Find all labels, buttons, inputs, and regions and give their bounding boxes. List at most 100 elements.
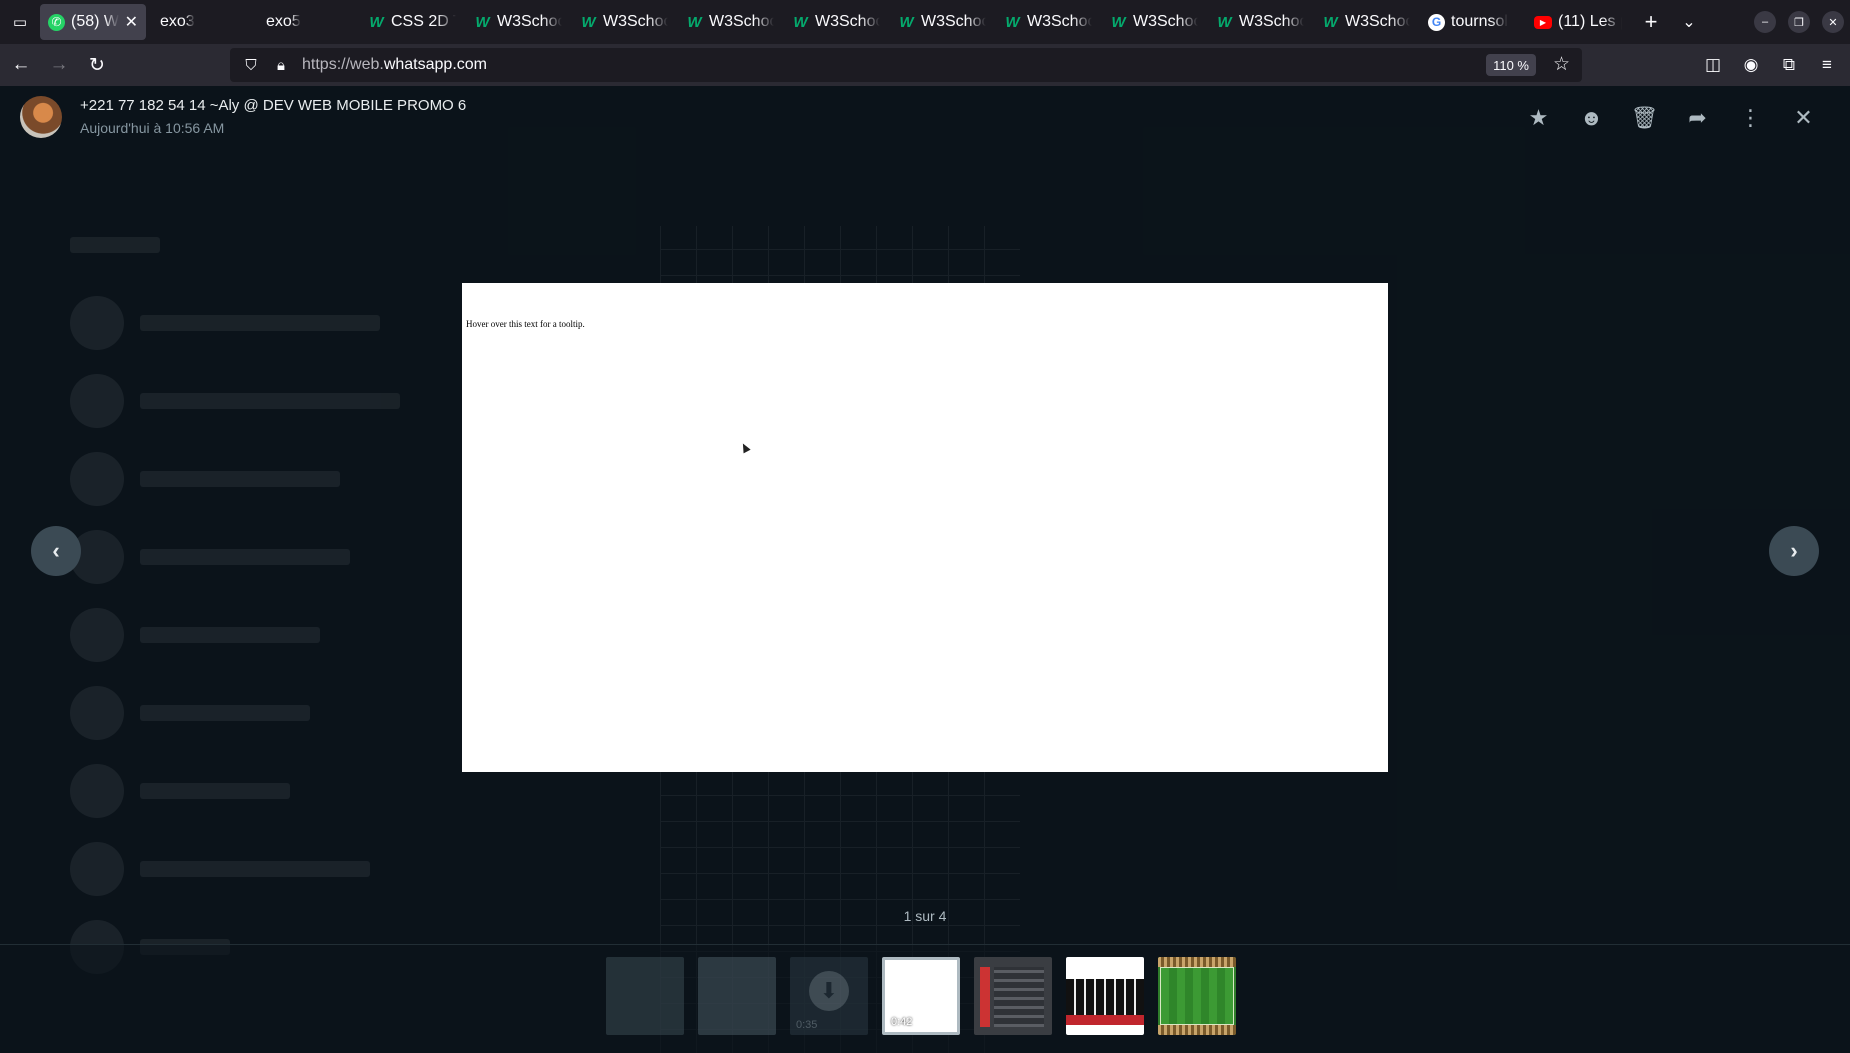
zoom-level[interactable]: 110 %	[1486, 54, 1536, 76]
w3schools-icon: W	[1217, 13, 1232, 31]
thumbnail-strip: ⬇ 0:35 0:42	[0, 944, 1850, 1053]
w3schools-icon: W	[1323, 13, 1338, 31]
tab-w3schools[interactable]: W W3Schools	[572, 4, 676, 40]
tab-label: (11) Les p	[1558, 13, 1622, 30]
extensions-icon[interactable]: ⧉	[1772, 48, 1806, 82]
sender-name: +221 77 182 54 14 ~Aly @ DEV WEB MOBILE …	[80, 97, 467, 114]
star-icon[interactable]: ★	[1512, 104, 1565, 132]
tab-label: W3Schools	[921, 13, 986, 30]
avatar[interactable]	[20, 96, 62, 138]
chevron-left-icon: ‹	[52, 538, 60, 563]
browser-tab-bar: ▭ ✆ (58) WhatsApp ✕ exo3 exo5 W CSS 2D T…	[0, 0, 1850, 44]
toolbar-icons: ◫ ◉ ⧉ ≡	[1692, 48, 1844, 82]
tab-w3schools[interactable]: W W3Schools	[678, 4, 782, 40]
tab-w3schools[interactable]: W W3Schools	[784, 4, 888, 40]
close-icon[interactable]: ✕	[1777, 104, 1830, 132]
thumbnail[interactable]	[1066, 957, 1144, 1035]
url-prefix: https://web.	[302, 56, 384, 73]
google-icon: G	[1428, 13, 1445, 31]
media-viewer: +221 77 182 54 14 ~Aly @ DEV WEB MOBILE …	[0, 86, 1850, 1053]
message-timestamp: Aujourd'hui à 10:56 AM	[80, 120, 225, 136]
tab-label: W3Schools	[815, 13, 880, 30]
previous-media-button[interactable]: ‹	[31, 526, 81, 576]
thumbnail[interactable]	[974, 957, 1052, 1035]
tab-w3schools[interactable]: W W3Schools	[996, 4, 1100, 40]
viewer-actions: ★ ☻ 🗑︎ ➦ ⋮ ✕	[1512, 104, 1830, 132]
restore-icon[interactable]: ❐	[1788, 11, 1810, 33]
forward-arrow-icon[interactable]: →	[42, 48, 76, 82]
tab-w3schools[interactable]: W W3Schools	[1208, 4, 1312, 40]
tab-label: W3Schools	[1027, 13, 1092, 30]
mouse-cursor-icon	[739, 441, 751, 454]
tab-strip: ✆ (58) WhatsApp ✕ exo3 exo5 W CSS 2D Tra…	[40, 0, 1708, 44]
tab-youtube[interactable]: ▶ (11) Les p	[1526, 4, 1630, 40]
w3schools-icon: W	[581, 13, 596, 31]
tab-label: exo5	[266, 13, 301, 30]
bookmark-star-icon[interactable]: ☆	[1553, 53, 1570, 76]
tab-label: exo3	[160, 13, 195, 30]
menu-icon[interactable]: ≡	[1810, 48, 1844, 82]
back-arrow-icon[interactable]: ←	[4, 48, 38, 82]
tab-label: W3Schools	[497, 13, 562, 30]
w3schools-icon: W	[1005, 13, 1020, 31]
delete-icon[interactable]: 🗑︎	[1618, 104, 1671, 132]
tab-label: W3Schools	[709, 13, 774, 30]
w3schools-icon: W	[1111, 13, 1126, 31]
media-counter: 1 sur 4	[903, 908, 947, 924]
tab-label: (58) WhatsApp	[71, 13, 119, 30]
minimize-icon[interactable]: –	[1754, 11, 1776, 33]
thumbnail[interactable]	[606, 957, 684, 1035]
tab-label: tournsol	[1451, 13, 1508, 30]
account-icon[interactable]: ◉	[1734, 48, 1768, 82]
reload-icon[interactable]: ↻	[80, 48, 114, 82]
media-preview[interactable]: Hover over this text for a tooltip.	[462, 283, 1388, 772]
thumbnail[interactable]	[698, 957, 776, 1035]
tab-exo3[interactable]: exo3	[148, 4, 252, 40]
next-media-button[interactable]: ›	[1769, 526, 1819, 576]
w3schools-icon: W	[687, 13, 702, 31]
thumbnail[interactable]	[1158, 957, 1236, 1035]
navigation-bar: ← → ↻ ⛉ 🔒︎ https://web.whatsapp.com 110 …	[0, 44, 1850, 86]
tab-label: CSS 2D Transforms	[391, 13, 456, 30]
lock-icon[interactable]: 🔒︎	[272, 57, 290, 74]
thumbnail-video-selected[interactable]: 0:42	[882, 957, 960, 1035]
chevron-right-icon: ›	[1790, 538, 1798, 563]
media-caption-text: Hover over this text for a tooltip.	[466, 319, 585, 329]
tab-label: W3Schools	[603, 13, 668, 30]
whatsapp-icon: ✆	[48, 13, 65, 31]
viewer-header: +221 77 182 54 14 ~Aly @ DEV WEB MOBILE …	[0, 86, 1850, 148]
address-bar[interactable]: ⛉ 🔒︎ https://web.whatsapp.com 110 % ☆	[230, 48, 1582, 82]
url-text[interactable]: https://web.whatsapp.com	[302, 56, 487, 74]
more-options-icon[interactable]: ⋮	[1724, 104, 1777, 132]
emoji-react-icon[interactable]: ☻	[1565, 104, 1618, 132]
pocket-icon[interactable]: ◫	[1696, 48, 1730, 82]
shield-icon[interactable]: ⛉	[242, 57, 260, 74]
forward-icon[interactable]: ➦	[1671, 104, 1724, 132]
close-tab-icon[interactable]: ✕	[125, 12, 138, 32]
tab-w3schools[interactable]: W W3Schools	[1102, 4, 1206, 40]
url-domain: whatsapp.com	[383, 56, 487, 73]
new-tab-icon[interactable]: +	[1632, 9, 1670, 35]
tab-exo5[interactable]: exo5	[254, 4, 358, 40]
tab-css-2d[interactable]: W CSS 2D Transforms	[360, 4, 464, 40]
youtube-icon: ▶	[1534, 15, 1552, 29]
video-duration: 0:35	[796, 1019, 818, 1031]
download-icon: ⬇	[809, 971, 849, 1011]
w3schools-icon: W	[899, 13, 914, 31]
tab-w3schools[interactable]: W W3Schools	[890, 4, 994, 40]
window-controls: – ❐ ✕	[1748, 0, 1850, 44]
w3schools-icon: W	[475, 13, 490, 31]
thumbnail-video[interactable]: ⬇ 0:35	[790, 957, 868, 1035]
tab-label: W3Schools	[1133, 13, 1198, 30]
tab-w3schools[interactable]: W W3Schools	[466, 4, 570, 40]
video-duration: 0:42	[891, 1016, 913, 1028]
tab-w3schools[interactable]: W W3Schools	[1314, 4, 1418, 40]
close-window-icon[interactable]: ✕	[1822, 11, 1844, 33]
tab-overview-icon[interactable]: ▭	[0, 0, 40, 44]
tab-label: W3Schools	[1345, 13, 1410, 30]
tab-tournsol[interactable]: G tournsol	[1420, 4, 1524, 40]
tab-whatsapp[interactable]: ✆ (58) WhatsApp ✕	[40, 4, 146, 40]
tab-label: W3Schools	[1239, 13, 1304, 30]
w3schools-icon: W	[369, 13, 384, 31]
list-all-tabs-icon[interactable]: ⌄	[1670, 12, 1708, 32]
